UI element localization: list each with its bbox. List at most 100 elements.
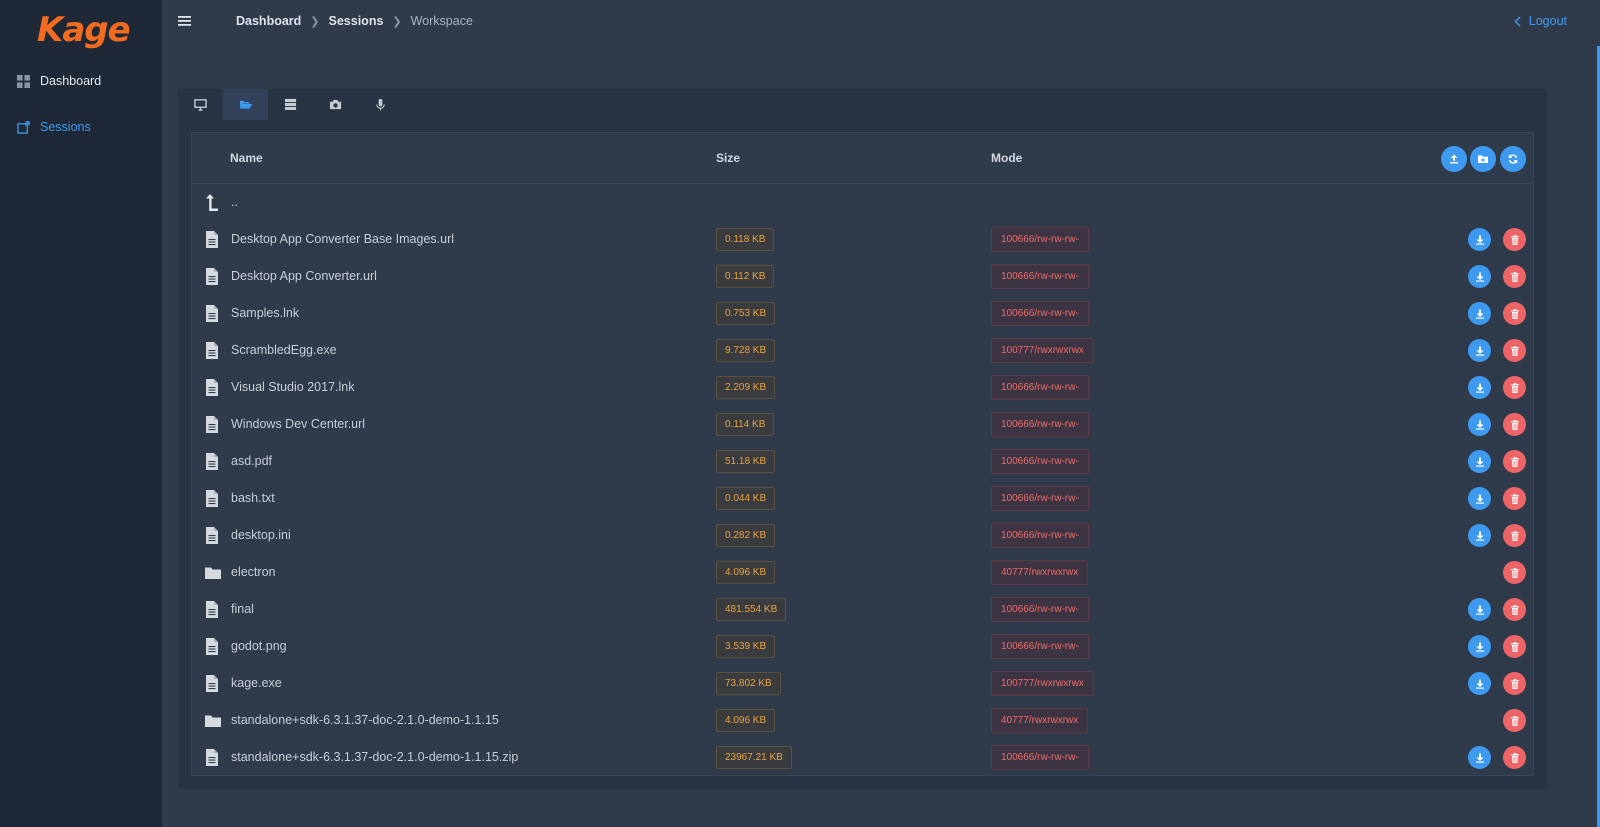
download-button[interactable]	[1468, 339, 1491, 362]
file-row[interactable]: ScrambledEgg.exe 9.728 KB 100777/rwxrwxrwx	[192, 332, 1533, 369]
logout-button[interactable]: Logout	[1514, 14, 1567, 28]
download-button[interactable]	[1468, 413, 1491, 436]
download-button[interactable]	[1468, 598, 1491, 621]
file-icon	[206, 231, 218, 248]
column-size[interactable]: Size	[716, 151, 740, 165]
delete-button[interactable]	[1503, 413, 1526, 436]
folder-row[interactable]: standalone+sdk-6.3.1.37-doc-2.1.0-demo-1…	[192, 702, 1533, 739]
topbar: Dashboard ❯ Sessions ❯ Workspace Logout	[162, 0, 1600, 44]
file-row[interactable]: Visual Studio 2017.lnk 2.209 KB 100666/rw-…	[192, 369, 1533, 406]
file-row[interactable]: bash.txt 0.044 KB 100666/rw-rw-rw-	[192, 480, 1533, 517]
download-button[interactable]	[1468, 265, 1491, 288]
new-folder-button[interactable]	[1470, 146, 1496, 172]
delete-button[interactable]	[1503, 524, 1526, 547]
table-header: Name Size Mode	[192, 133, 1533, 184]
file-icon	[206, 379, 218, 396]
delete-button[interactable]	[1503, 302, 1526, 325]
download-icon	[1475, 383, 1484, 393]
trash-icon	[1510, 530, 1519, 541]
tab-processes[interactable]	[268, 89, 313, 120]
file-row[interactable]: Windows Dev Center.url 0.114 KB 100666/rw-…	[192, 406, 1533, 443]
breadcrumb-workspace: Workspace	[410, 14, 473, 28]
file-row[interactable]: asd.pdf 51.18 KB 100666/rw-rw-rw-	[192, 443, 1533, 480]
logout-label: Logout	[1528, 14, 1567, 28]
upload-button[interactable]	[1441, 146, 1467, 172]
delete-button[interactable]	[1503, 228, 1526, 251]
delete-button[interactable]	[1503, 376, 1526, 399]
size-badge: 3.539 KB	[716, 635, 776, 658]
tab-screen[interactable]	[178, 89, 223, 120]
delete-button[interactable]	[1503, 672, 1526, 695]
file-row[interactable]: godot.png 3.539 KB 100666/rw-rw-rw-	[192, 628, 1533, 665]
delete-button[interactable]	[1503, 265, 1526, 288]
download-button[interactable]	[1468, 487, 1491, 510]
download-button[interactable]	[1468, 672, 1491, 695]
download-button[interactable]	[1468, 635, 1491, 658]
tab-camera[interactable]	[313, 89, 358, 120]
delete-button[interactable]	[1503, 635, 1526, 658]
breadcrumb-sessions[interactable]: Sessions	[329, 14, 384, 28]
refresh-icon	[1508, 154, 1518, 164]
breadcrumb: Dashboard ❯ Sessions ❯ Workspace	[236, 14, 473, 28]
folder-icon	[205, 715, 221, 727]
file-row[interactable]: Samples.lnk 0.753 KB 100666/rw-rw-rw-	[192, 295, 1533, 332]
sidebar-item-dashboard[interactable]: Dashboard	[17, 74, 101, 88]
trash-icon	[1510, 604, 1519, 615]
file-icon	[206, 638, 218, 655]
delete-button[interactable]	[1503, 598, 1526, 621]
delete-button[interactable]	[1503, 450, 1526, 473]
trash-icon	[1510, 678, 1519, 689]
trash-icon	[1510, 271, 1519, 282]
breadcrumb-dashboard[interactable]: Dashboard	[236, 14, 301, 28]
microphone-icon	[376, 98, 385, 111]
download-button[interactable]	[1468, 376, 1491, 399]
hamburger-menu-icon[interactable]	[178, 14, 192, 28]
download-button[interactable]	[1468, 302, 1491, 325]
refresh-button[interactable]	[1500, 146, 1526, 172]
app-logo[interactable]: Kage	[37, 10, 131, 50]
size-badge: 0.282 KB	[716, 524, 776, 547]
download-button[interactable]	[1468, 450, 1491, 473]
file-row[interactable]: final 481.554 KB 100666/rw-rw-rw-	[192, 591, 1533, 628]
column-mode[interactable]: Mode	[991, 151, 1022, 165]
trash-icon	[1510, 456, 1519, 467]
delete-button[interactable]	[1503, 561, 1526, 584]
file-name: asd.pdf	[231, 454, 273, 468]
mode-badge: 100666/rw-rw-rw-	[991, 745, 1089, 770]
size-badge: 51.18 KB	[716, 450, 776, 473]
file-row[interactable]: Desktop App Converter Base Images.url 0.1…	[192, 221, 1533, 258]
file-name: final	[231, 602, 254, 616]
parent-directory-row[interactable]: ..	[192, 184, 1533, 221]
delete-button[interactable]	[1503, 746, 1526, 769]
mode-badge: 100666/rw-rw-rw-	[991, 634, 1089, 659]
file-icon	[206, 675, 218, 692]
workspace-panel: Name Size Mode .. Desktop App Converter …	[178, 89, 1547, 789]
trash-icon	[1510, 382, 1519, 393]
delete-button[interactable]	[1503, 487, 1526, 510]
file-row[interactable]: Desktop App Converter.url 0.112 KB 100666/…	[192, 258, 1533, 295]
folder-row[interactable]: electron 4.096 KB 40777/rwxrwxrwx	[192, 554, 1533, 591]
file-name: Desktop App Converter.url	[231, 269, 377, 283]
tab-microphone[interactable]	[358, 89, 403, 120]
trash-icon	[1510, 567, 1519, 578]
server-icon	[284, 98, 297, 110]
mode-badge: 100666/rw-rw-rw-	[991, 486, 1089, 511]
tab-files[interactable]	[223, 89, 268, 120]
file-row[interactable]: desktop.ini 0.282 KB 100666/rw-rw-rw-	[192, 517, 1533, 554]
download-button[interactable]	[1468, 524, 1491, 547]
size-badge: 2.209 KB	[716, 376, 776, 399]
download-button[interactable]	[1468, 746, 1491, 769]
chevron-right-icon: ❯	[310, 15, 320, 28]
delete-button[interactable]	[1503, 709, 1526, 732]
folder-plus-icon	[1478, 155, 1488, 163]
delete-button[interactable]	[1503, 339, 1526, 362]
column-name[interactable]: Name	[230, 151, 263, 165]
file-row[interactable]: kage.exe 73.802 KB 100777/rwxrwxrwx	[192, 665, 1533, 702]
sidebar-item-sessions[interactable]: Sessions	[17, 120, 91, 134]
file-name: ..	[231, 195, 238, 209]
download-button[interactable]	[1468, 228, 1491, 251]
grid-icon	[17, 74, 30, 88]
file-row[interactable]: standalone+sdk-6.3.1.37-doc-2.1.0-demo-1…	[192, 739, 1533, 776]
mode-badge: 100666/rw-rw-rw-	[991, 523, 1089, 548]
download-icon	[1475, 605, 1484, 615]
